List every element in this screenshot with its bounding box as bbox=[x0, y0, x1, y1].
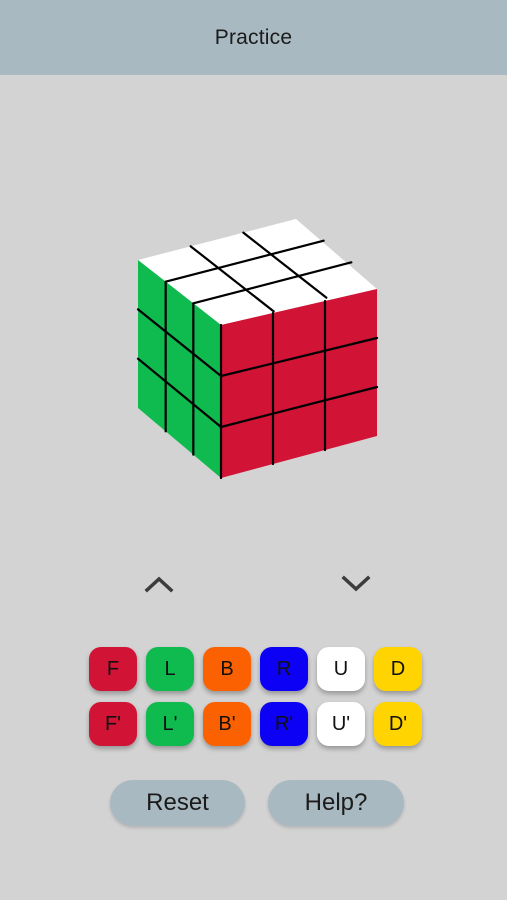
move-button-r-prime[interactable]: R' bbox=[260, 702, 308, 746]
move-button-f-prime[interactable]: F' bbox=[89, 702, 137, 746]
move-button-d-prime[interactable]: D' bbox=[374, 702, 422, 746]
move-button-l[interactable]: L bbox=[146, 647, 194, 691]
cube-view[interactable] bbox=[0, 0, 507, 900]
move-button-r[interactable]: R bbox=[260, 647, 308, 691]
move-button-b-prime[interactable]: B' bbox=[203, 702, 251, 746]
move-button-d[interactable]: D bbox=[374, 647, 422, 691]
move-button-u-prime[interactable]: U' bbox=[317, 702, 365, 746]
move-button-b[interactable]: B bbox=[203, 647, 251, 691]
move-button-u[interactable]: U bbox=[317, 647, 365, 691]
reset-button[interactable]: Reset bbox=[110, 780, 245, 826]
move-button-f[interactable]: F bbox=[89, 647, 137, 691]
move-buttons-grid: F L B R U D F' L' B' R' U' D' bbox=[89, 647, 427, 746]
move-button-l-prime[interactable]: L' bbox=[146, 702, 194, 746]
help-button[interactable]: Help? bbox=[268, 780, 404, 826]
chevron-down-icon[interactable] bbox=[336, 569, 376, 599]
chevron-up-icon[interactable] bbox=[139, 569, 179, 599]
